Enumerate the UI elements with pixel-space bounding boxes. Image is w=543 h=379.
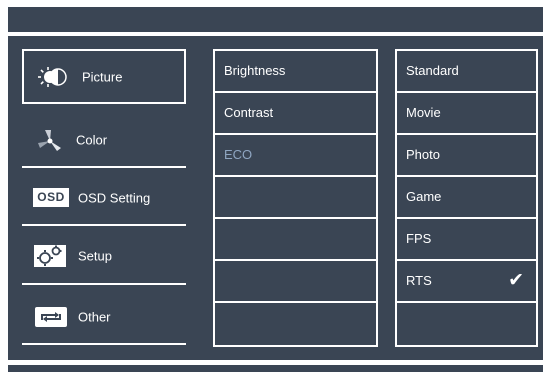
mode-rts[interactable]: RTS ✔ bbox=[397, 261, 536, 303]
option-empty bbox=[215, 261, 376, 303]
osd-menu: Picture Color OSD OSD Setting Setup Othe… bbox=[8, 7, 543, 372]
menu-divider bbox=[22, 343, 186, 345]
option-empty bbox=[215, 219, 376, 261]
mode-standard[interactable]: Standard bbox=[397, 51, 536, 93]
menu-label-color: Color bbox=[76, 132, 108, 147]
title-bar bbox=[8, 7, 543, 32]
option-brightness[interactable]: Brightness bbox=[215, 51, 376, 93]
eco-modes-column: Standard Movie Photo Game FPS RTS ✔ bbox=[395, 49, 538, 347]
menu-divider bbox=[22, 224, 186, 226]
menu-label-other: Other bbox=[78, 309, 111, 324]
option-eco: ECO bbox=[215, 135, 376, 177]
picture-icon bbox=[36, 66, 70, 88]
checkmark-icon: ✔ bbox=[508, 270, 524, 291]
option-contrast[interactable]: Contrast bbox=[215, 93, 376, 135]
menu-item-picture[interactable]: Picture bbox=[22, 49, 186, 104]
menu-divider bbox=[22, 166, 186, 168]
menu-label-setup: Setup bbox=[78, 248, 112, 263]
menu-item-color[interactable]: Color bbox=[22, 112, 186, 167]
menu-item-setup[interactable]: Setup bbox=[22, 228, 186, 283]
menu-label-picture: Picture bbox=[82, 69, 123, 84]
picture-options-column: Brightness Contrast ECO bbox=[213, 49, 378, 347]
mode-fps[interactable]: FPS bbox=[397, 219, 536, 261]
menu-item-other[interactable]: Other bbox=[22, 289, 186, 344]
osd-icon: OSD bbox=[33, 187, 69, 209]
other-icon bbox=[34, 306, 68, 328]
bottom-divider bbox=[8, 360, 543, 365]
top-divider bbox=[8, 32, 543, 36]
mode-movie[interactable]: Movie bbox=[397, 93, 536, 135]
menu-label-osd-setting: OSD Setting bbox=[78, 190, 151, 205]
color-icon bbox=[34, 129, 68, 151]
menu-divider bbox=[22, 283, 186, 285]
menu-item-osd-setting[interactable]: OSD OSD Setting bbox=[22, 170, 186, 225]
option-empty bbox=[215, 303, 376, 345]
mode-photo[interactable]: Photo bbox=[397, 135, 536, 177]
option-empty bbox=[215, 177, 376, 219]
mode-game[interactable]: Game bbox=[397, 177, 536, 219]
gears-icon bbox=[34, 244, 68, 267]
mode-empty bbox=[397, 303, 536, 345]
